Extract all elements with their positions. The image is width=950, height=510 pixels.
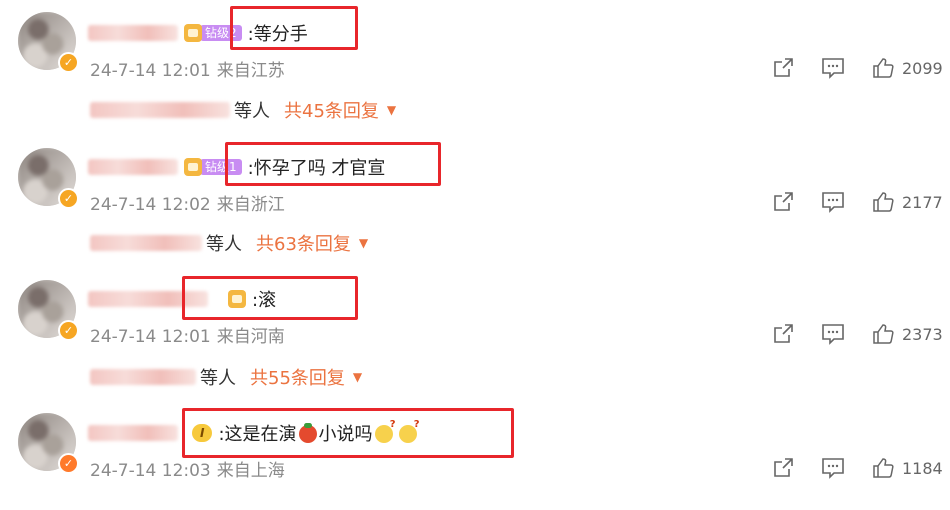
share-icon[interactable] <box>770 56 796 80</box>
comment-icon[interactable] <box>820 56 846 80</box>
reply-count[interactable]: 共55条回复 <box>250 364 345 390</box>
comment-meta: 24-7-14 12:01 来自江苏 <box>90 56 285 81</box>
username-blurred[interactable] <box>88 425 178 441</box>
like-icon[interactable] <box>870 456 896 480</box>
share-icon[interactable] <box>770 190 796 214</box>
comment-meta: 24-7-14 12:03 来自上海 <box>90 456 285 481</box>
comment-location: 来自浙江 <box>216 195 285 215</box>
like-icon[interactable] <box>870 56 896 80</box>
like-icon[interactable] <box>870 322 896 346</box>
like-count: 2099 <box>902 58 943 78</box>
share-icon[interactable] <box>770 456 796 480</box>
reply-count[interactable]: 共63条回复 <box>256 230 351 256</box>
chevron-down-icon[interactable]: ▼ <box>387 103 396 117</box>
reply-summary[interactable]: 等人 共55条回复 ▼ <box>90 364 362 390</box>
comment-location: 来自上海 <box>216 461 285 481</box>
chevron-down-icon[interactable]: ▼ <box>353 370 362 384</box>
reply-users-blurred <box>90 369 196 385</box>
comment-icon[interactable] <box>820 190 846 214</box>
like-count: 1184 <box>902 458 943 478</box>
highlight-box <box>182 408 514 458</box>
username-blurred[interactable] <box>88 159 178 175</box>
comment-icon[interactable] <box>820 322 846 346</box>
reply-who: 等人 <box>234 101 270 122</box>
reply-users-blurred <box>90 235 202 251</box>
highlight-box <box>225 142 441 186</box>
comment-meta: 24-7-14 12:02 来自浙江 <box>90 190 285 215</box>
share-icon[interactable] <box>770 322 796 346</box>
comment-meta: 24-7-14 12:01 来自河南 <box>90 322 285 347</box>
like-icon[interactable] <box>870 190 896 214</box>
comment-location: 来自河南 <box>216 327 285 347</box>
comment-location: 来自江苏 <box>216 61 285 81</box>
like-count: 2177 <box>902 192 943 212</box>
comment-time: 24-7-14 12:01 <box>90 61 211 81</box>
like-count: 2373 <box>902 324 943 344</box>
highlight-box <box>182 276 358 320</box>
verified-icon: ✓ <box>58 453 79 474</box>
crown-icon <box>184 24 202 42</box>
verified-icon: ✓ <box>58 188 79 209</box>
username-blurred[interactable] <box>88 25 178 41</box>
comment-time: 24-7-14 12:01 <box>90 327 211 347</box>
chevron-down-icon[interactable]: ▼ <box>359 236 368 250</box>
comment-icon[interactable] <box>820 456 846 480</box>
reply-count[interactable]: 共45条回复 <box>284 97 379 123</box>
reply-who: 等人 <box>200 368 236 389</box>
comment-time: 24-7-14 12:02 <box>90 195 211 215</box>
highlight-box <box>230 6 358 50</box>
reply-users-blurred <box>90 102 230 118</box>
verified-icon: ✓ <box>58 320 79 341</box>
verified-icon: ✓ <box>58 52 79 73</box>
comment-time: 24-7-14 12:03 <box>90 461 211 481</box>
reply-summary[interactable]: 等人 共45条回复 ▼ <box>90 97 396 123</box>
reply-who: 等人 <box>206 234 242 255</box>
crown-icon <box>184 158 202 176</box>
reply-summary[interactable]: 等人 共63条回复 ▼ <box>90 230 368 256</box>
